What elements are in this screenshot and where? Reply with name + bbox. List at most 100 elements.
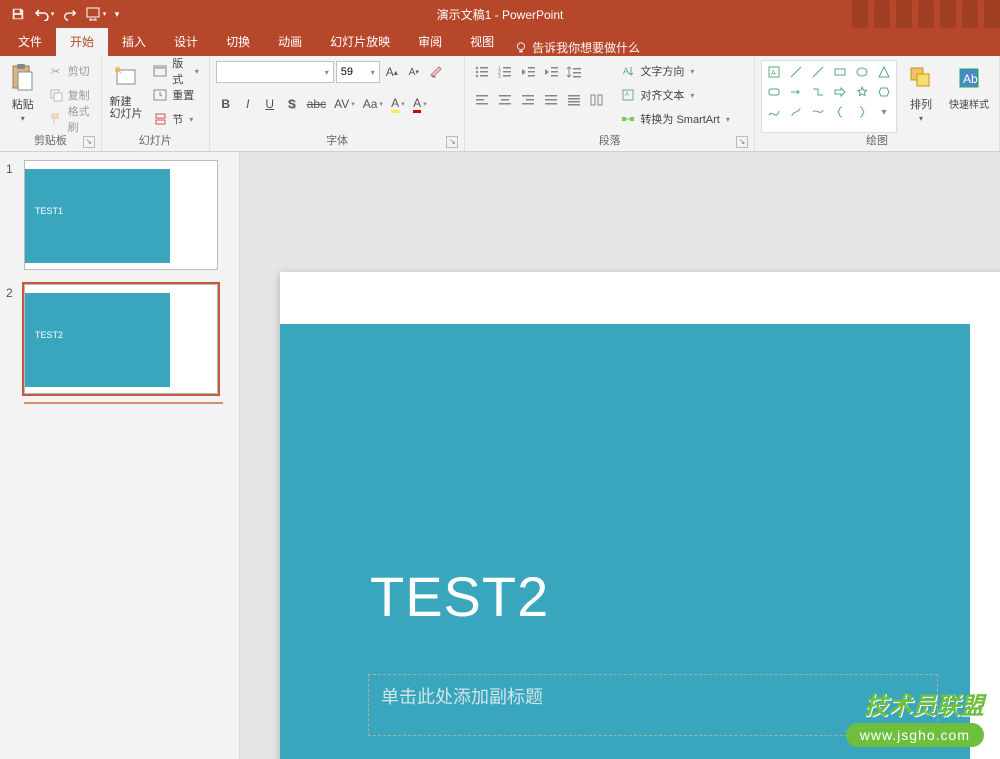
font-name-select[interactable]: ▾ xyxy=(216,61,334,83)
bold-button[interactable]: B xyxy=(216,93,236,115)
font-size-select[interactable]: 59▾ xyxy=(336,61,380,83)
format-painter-button[interactable]: 格式刷 xyxy=(44,108,95,130)
shape-brace-right[interactable] xyxy=(852,103,872,121)
tab-slideshow[interactable]: 幻灯片放映 xyxy=(316,28,404,56)
tab-view[interactable]: 视图 xyxy=(456,28,508,56)
section-button[interactable]: 节▾ xyxy=(148,108,203,130)
align-right-button[interactable] xyxy=(517,89,539,111)
arrange-button[interactable]: 排列 ▾ xyxy=(901,60,941,133)
distribute-button[interactable] xyxy=(563,89,585,111)
shape-line[interactable] xyxy=(786,63,806,81)
new-slide-label: 新建 幻灯片 xyxy=(110,96,143,120)
thumbnail-2[interactable]: TEST2 xyxy=(24,284,218,394)
thumbnail-2-number: 2 xyxy=(6,284,18,300)
align-text-icon: A xyxy=(620,87,636,103)
cut-button[interactable]: ✂剪切 xyxy=(44,60,95,82)
align-left-button[interactable] xyxy=(471,89,493,111)
increase-indent-button[interactable] xyxy=(540,61,562,83)
shape-connector[interactable] xyxy=(786,103,806,121)
tab-animations[interactable]: 动画 xyxy=(264,28,316,56)
tell-me-search[interactable]: 告诉我你想要做什么 xyxy=(514,39,640,56)
svg-text:3: 3 xyxy=(498,74,501,79)
paragraph-launcher[interactable]: ↘ xyxy=(736,136,748,148)
shape-brace-left[interactable] xyxy=(830,103,850,121)
tab-transitions[interactable]: 切换 xyxy=(212,28,264,56)
svg-text:Ab: Ab xyxy=(963,72,978,86)
clipboard-launcher[interactable]: ↘ xyxy=(83,136,95,148)
save-button[interactable] xyxy=(6,2,30,26)
redo-button[interactable] xyxy=(58,2,82,26)
shapes-gallery[interactable]: A ▾ xyxy=(761,60,897,133)
copy-icon xyxy=(48,87,64,103)
character-spacing-button[interactable]: AV▾ xyxy=(331,93,358,115)
tab-review[interactable]: 审阅 xyxy=(404,28,456,56)
shape-freeform[interactable] xyxy=(808,103,828,121)
clear-format-button[interactable] xyxy=(426,61,446,83)
group-label-font: 字体↘ xyxy=(216,133,459,149)
smartart-icon xyxy=(620,111,636,127)
shape-rect[interactable] xyxy=(830,63,850,81)
align-text-button[interactable]: A对齐文本▾ xyxy=(616,84,733,106)
thumbnail-1-number: 1 xyxy=(6,160,18,176)
subtitle-placeholder[interactable]: 单击此处添加副标题 xyxy=(368,674,938,736)
layout-button[interactable]: 版式▾ xyxy=(148,60,203,82)
group-label-paragraph: 段落↘ xyxy=(471,133,748,149)
decrease-font-button[interactable]: A▾ xyxy=(404,61,424,83)
italic-button[interactable]: I xyxy=(238,93,258,115)
convert-smartart-button[interactable]: 转换为 SmartArt▾ xyxy=(616,108,733,130)
columns-button[interactable] xyxy=(586,89,608,111)
line-spacing-button[interactable] xyxy=(563,61,585,83)
text-direction-button[interactable]: A文字方向▾ xyxy=(616,60,733,82)
shape-elbow[interactable] xyxy=(808,83,828,101)
shadow-button[interactable]: S xyxy=(282,93,302,115)
chevron-down-icon: ▾ xyxy=(21,114,25,123)
shape-oval[interactable] xyxy=(852,63,872,81)
arrange-label: 排列 xyxy=(910,96,932,112)
undo-button[interactable]: ▾ xyxy=(32,2,56,26)
highlight-button[interactable]: A▾ xyxy=(388,93,408,115)
tab-design[interactable]: 设计 xyxy=(160,28,212,56)
shape-arrow-right[interactable] xyxy=(786,83,806,101)
tab-file[interactable]: 文件 xyxy=(4,28,56,56)
shape-triangle[interactable] xyxy=(874,63,894,81)
thumbnail-1[interactable]: TEST1 xyxy=(24,160,218,270)
shape-roundrect[interactable] xyxy=(764,83,784,101)
group-paragraph: 123 A文字方向▾ A对齐文本▾ 转换为 SmartArt▾ xyxy=(465,56,755,151)
scissors-icon: ✂ xyxy=(48,63,64,79)
reset-button[interactable]: 重置 xyxy=(148,84,203,106)
shape-curve[interactable] xyxy=(764,103,784,121)
font-color-button[interactable]: A▾ xyxy=(410,93,430,115)
font-launcher[interactable]: ↘ xyxy=(446,136,458,148)
numbering-button[interactable]: 123 xyxy=(494,61,516,83)
slide-title-text[interactable]: TEST2 xyxy=(370,564,549,629)
slide-editor[interactable]: TEST2 单击此处添加副标题 xyxy=(280,272,1000,759)
shape-textbox[interactable]: A xyxy=(764,63,784,81)
change-case-button[interactable]: Aa▾ xyxy=(360,93,386,115)
start-slideshow-button[interactable]: ▾ xyxy=(84,2,108,26)
new-slide-button[interactable]: 新建 幻灯片 xyxy=(108,60,144,133)
decrease-indent-button[interactable] xyxy=(517,61,539,83)
strikethrough-button[interactable]: abc xyxy=(304,93,329,115)
justify-button[interactable] xyxy=(540,89,562,111)
align-center-button[interactable] xyxy=(494,89,516,111)
shape-star[interactable] xyxy=(852,83,872,101)
increase-font-button[interactable]: A▴ xyxy=(382,61,402,83)
paste-label: 粘贴 xyxy=(12,96,34,112)
slide-background-shape: TEST2 单击此处添加副标题 xyxy=(280,324,970,759)
paste-button[interactable]: 粘贴 ▾ xyxy=(6,60,40,133)
underline-button[interactable]: U xyxy=(260,93,280,115)
customize-qat-button[interactable]: ▾ xyxy=(110,2,124,26)
quick-styles-button[interactable]: Ab 快速样式 xyxy=(945,60,993,133)
shape-block-arrow[interactable] xyxy=(830,83,850,101)
tab-insert[interactable]: 插入 xyxy=(108,28,160,56)
slide-canvas-area[interactable]: TEST2 单击此处添加副标题 xyxy=(240,152,1000,759)
shape-hexagon[interactable] xyxy=(874,83,894,101)
tab-home[interactable]: 开始 xyxy=(56,28,108,56)
shape-more[interactable]: ▾ xyxy=(874,103,894,121)
bullets-button[interactable] xyxy=(471,61,493,83)
tell-me-label: 告诉我你想要做什么 xyxy=(532,39,640,56)
new-slide-icon xyxy=(110,62,142,94)
quick-access-toolbar: ▾ ▾ ▾ xyxy=(6,2,124,26)
slide-thumbnails-panel[interactable]: 1 TEST1 2 TEST2 xyxy=(0,152,240,759)
shape-line2[interactable] xyxy=(808,63,828,81)
